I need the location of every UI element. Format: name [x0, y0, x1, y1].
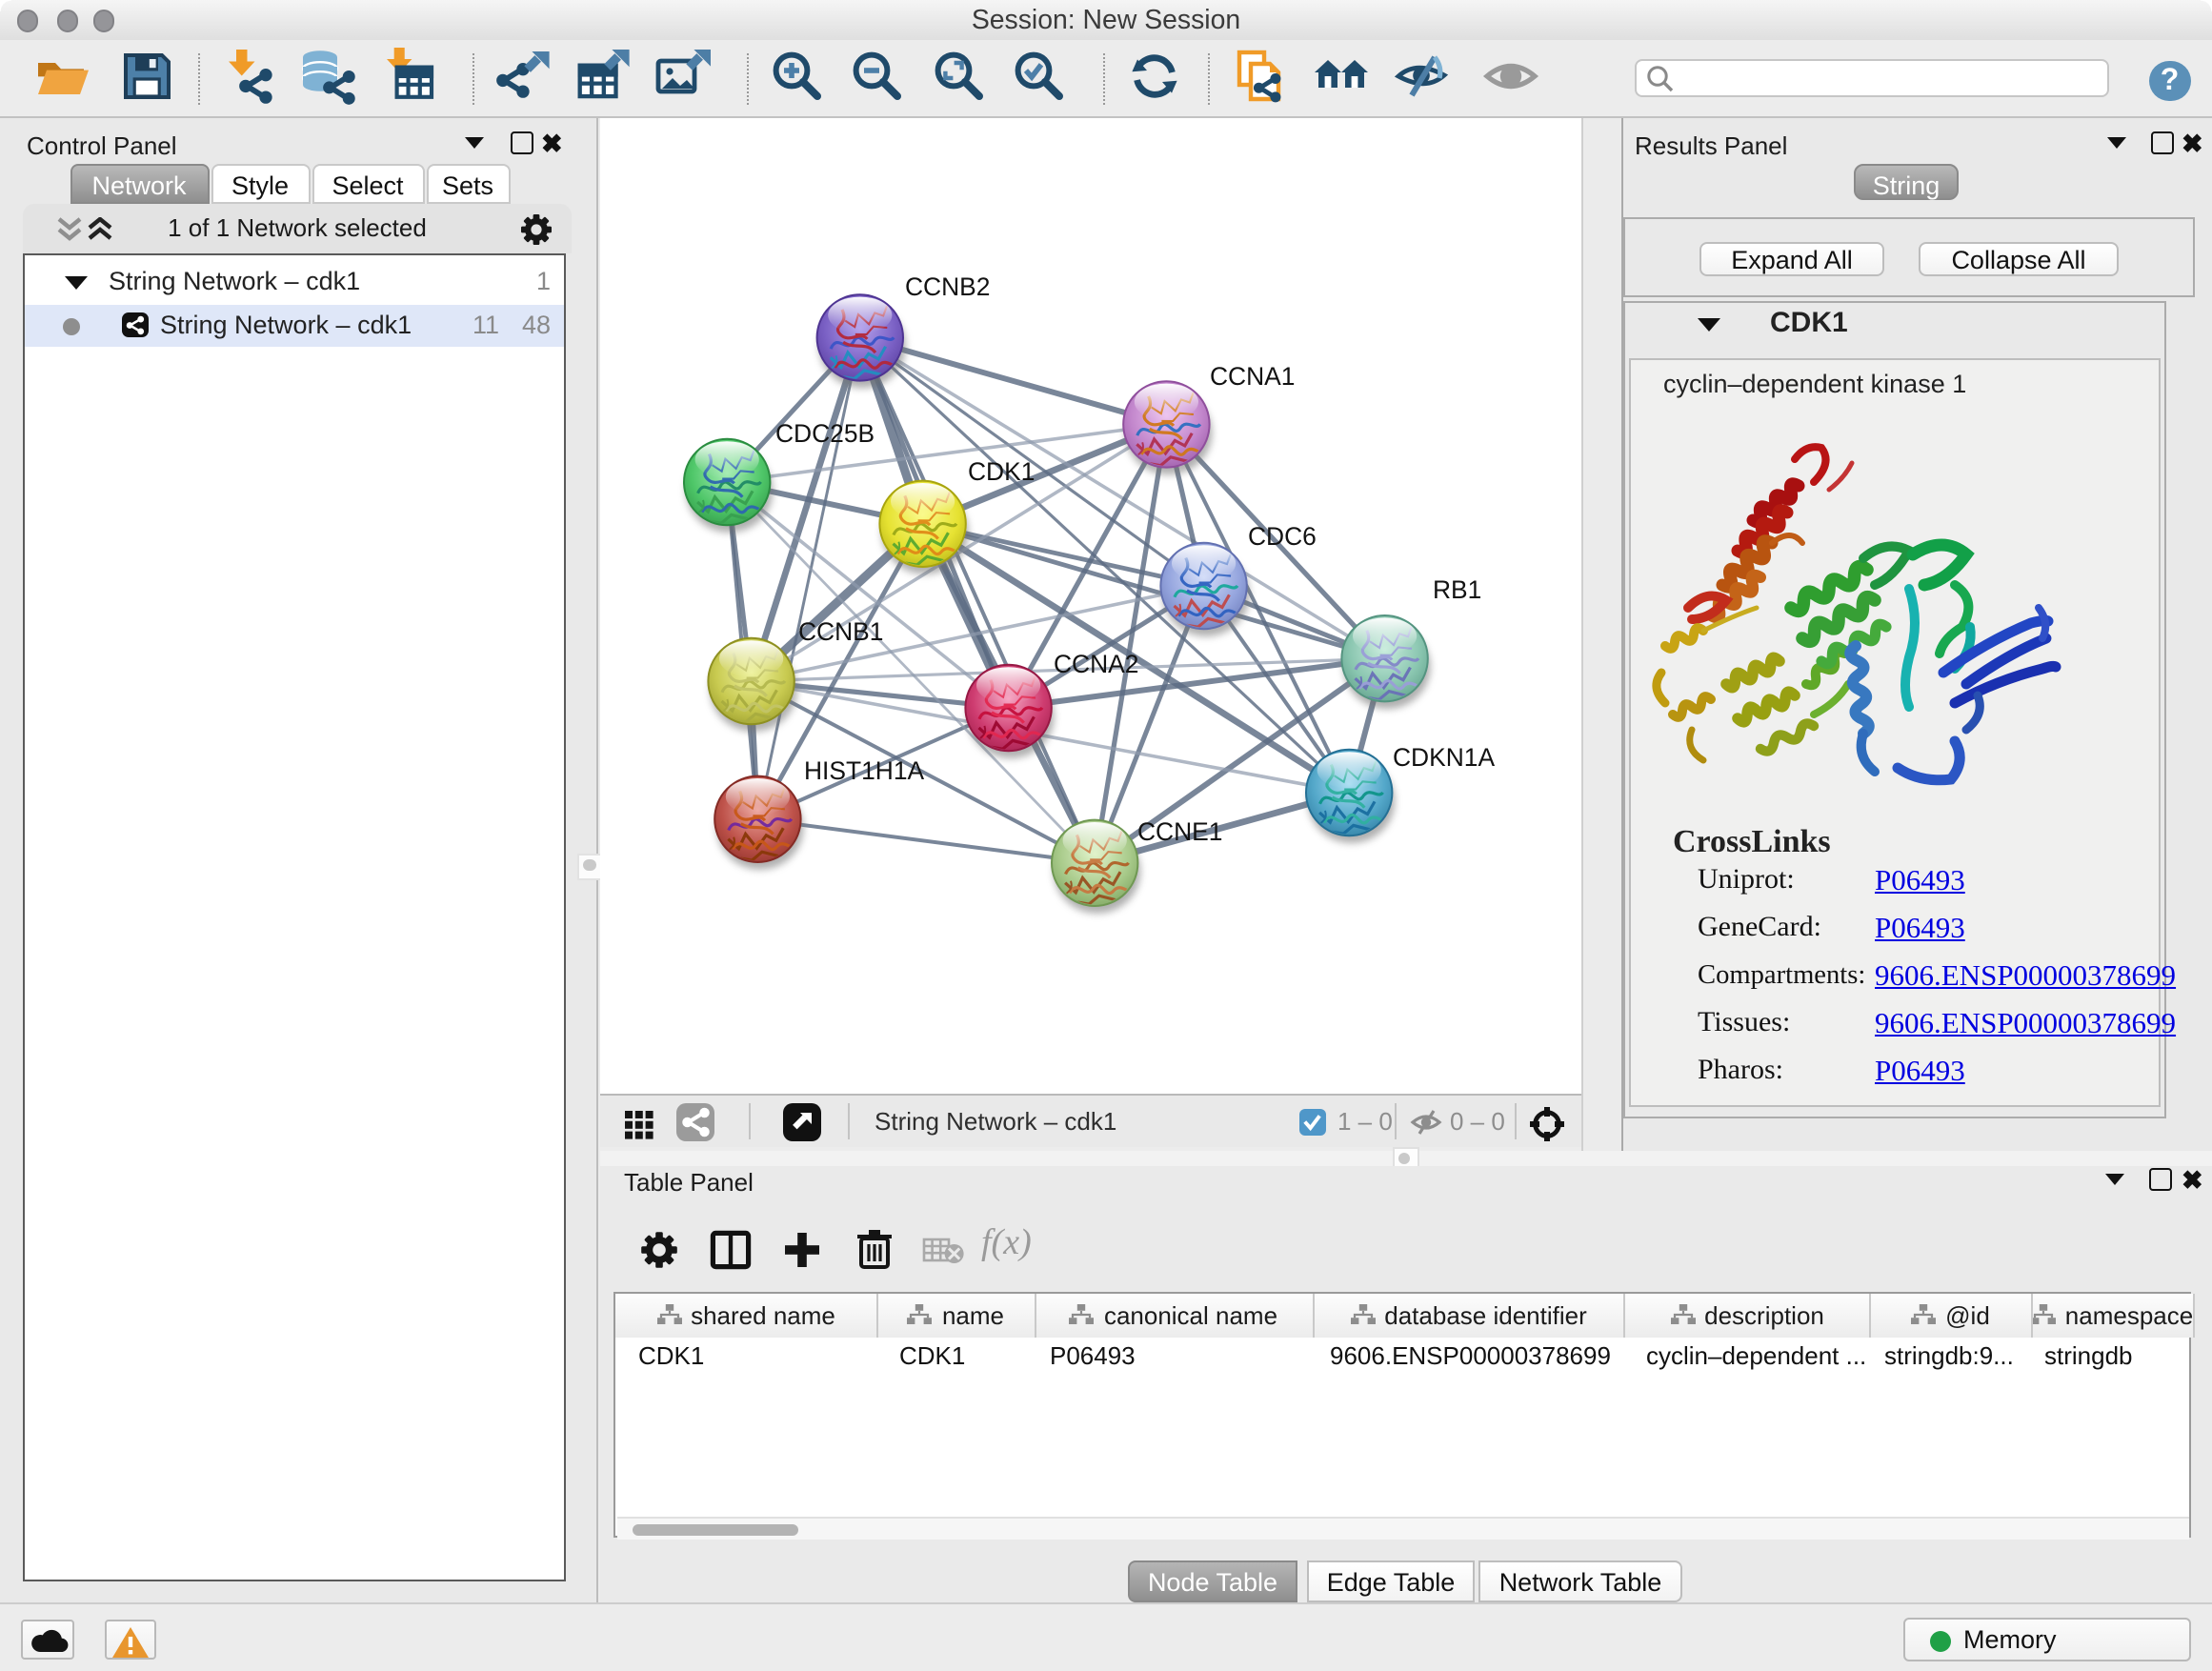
svg-text:CCNE1: CCNE1 [1137, 817, 1222, 846]
svg-text:CDKN1A: CDKN1A [1393, 743, 1495, 772]
svg-text:CDK1: CDK1 [968, 457, 1035, 486]
svg-text:CCNA1: CCNA1 [1210, 362, 1295, 391]
svg-text:CDC25B: CDC25B [775, 419, 875, 448]
svg-text:HIST1H1A: HIST1H1A [804, 756, 925, 785]
svg-text:CCNA2: CCNA2 [1054, 650, 1138, 678]
svg-text:CDC6: CDC6 [1248, 522, 1317, 551]
svg-text:CCNB2: CCNB2 [905, 272, 990, 301]
svg-text:CCNB1: CCNB1 [798, 617, 883, 646]
svg-text:RB1: RB1 [1433, 575, 1481, 604]
